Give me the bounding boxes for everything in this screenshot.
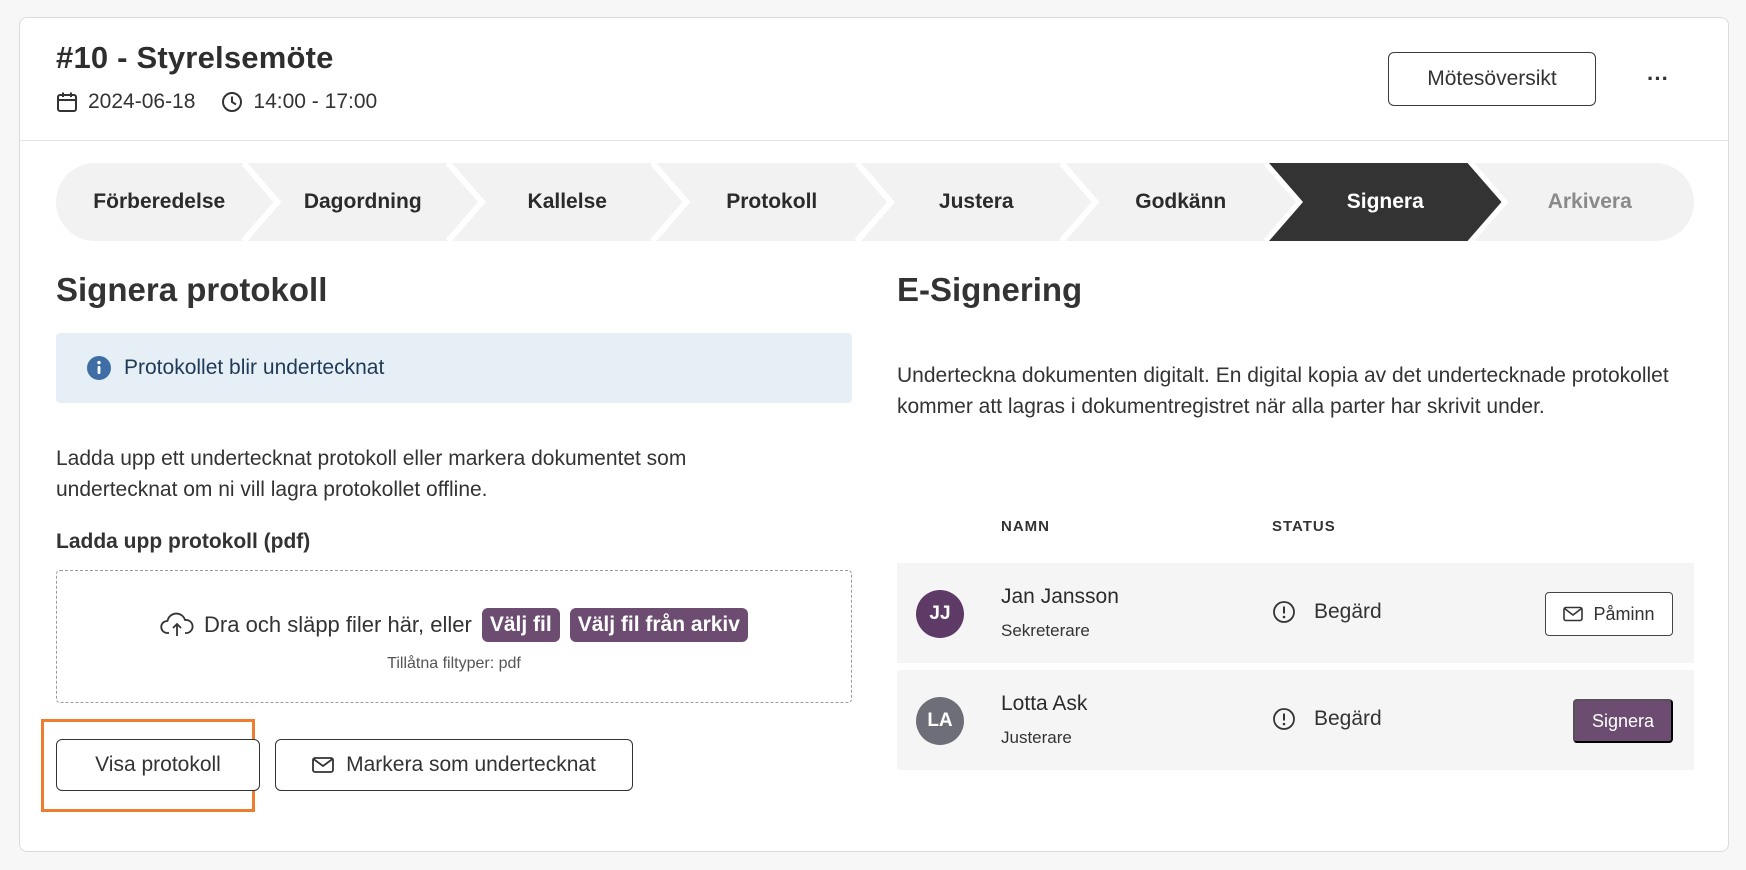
signer-status-text: Begärd [1314, 707, 1382, 730]
sign-button[interactable]: Signera [1573, 699, 1673, 743]
sign-description: Ladda upp ett undertecknat protokoll ell… [56, 447, 687, 501]
envelope-icon [1563, 606, 1584, 622]
dropzone-line: Dra och släpp filer här, eller Välj fil … [57, 608, 851, 642]
remind-button[interactable]: Påminn [1545, 592, 1673, 636]
signer-row: JJ Jan Jansson Sekreterare Begärd Påminn [897, 563, 1694, 663]
sign-protocol-title: Signera protokoll [56, 271, 328, 308]
info-icon [86, 355, 112, 381]
step-godkänn[interactable]: Godkänn [1085, 163, 1278, 241]
esign-description: Underteckna dokumenten digitalt. En digi… [897, 364, 1669, 418]
meeting-title: #10 - Styrelsemöte [56, 40, 334, 75]
dropzone-text: Dra och släpp filer här, eller [204, 612, 472, 637]
remind-label: Påminn [1593, 603, 1655, 624]
view-protocol-label: Visa protokoll [95, 753, 221, 776]
meeting-card: #10 - Styrelsemöte 2024-06-18 14:00 - 17… [19, 17, 1729, 852]
workflow-stepper: Förberedelse Dagordning Kallelse Protokoll J… [56, 163, 1694, 241]
esign-title: E-Signering [897, 271, 1083, 308]
envelope-icon [312, 756, 335, 774]
mark-as-signed-label: Markera som undertecknat [346, 753, 596, 776]
upload-label: Ladda upp protokoll (pdf) [56, 530, 311, 553]
allowed-filetypes: Tillåtna filtyper: pdf [387, 655, 521, 672]
step-förberedelse[interactable]: Förberedelse [64, 163, 255, 241]
column-header-status: STATUS [1272, 518, 1336, 535]
meeting-overview-button[interactable]: Mötesöversikt [1388, 52, 1596, 106]
calendar-icon [56, 91, 78, 113]
clock-icon [221, 91, 243, 113]
meeting-meta: 2024-06-18 14:00 - 17:00 [56, 90, 377, 114]
cloud-upload-icon [160, 611, 194, 639]
meeting-header: #10 - Styrelsemöte 2024-06-18 14:00 - 17… [20, 18, 1728, 141]
step-signera[interactable]: Signera [1289, 163, 1482, 241]
signer-name: Jan Jansson [1001, 585, 1119, 608]
signer-status-text: Begärd [1314, 600, 1382, 623]
avatar: JJ [916, 590, 964, 638]
column-header-name: NAMN [1001, 518, 1050, 535]
view-protocol-button[interactable]: Visa protokoll [56, 739, 260, 791]
signer-row: LA Lotta Ask Justerare Begärd Signera [897, 670, 1694, 770]
mark-as-signed-button[interactable]: Markera som undertecknat [275, 739, 633, 791]
choose-from-archive-button[interactable]: Välj fil från arkiv [569, 608, 748, 642]
more-options-icon[interactable]: ··· [1638, 62, 1678, 96]
signer-status: Begärd [1272, 600, 1382, 624]
meeting-time: 14:00 - 17:00 [253, 90, 378, 113]
step-kallelse[interactable]: Kallelse [471, 163, 664, 241]
choose-file-button[interactable]: Välj fil [481, 608, 560, 642]
avatar: LA [916, 697, 964, 745]
step-protokoll[interactable]: Protokoll [676, 163, 869, 241]
step-justera[interactable]: Justera [880, 163, 1073, 241]
info-text: Protokollet blir undertecknat [124, 356, 385, 379]
signer-role: Sekreterare [1001, 621, 1090, 640]
meeting-date: 2024-06-18 [88, 90, 196, 113]
step-arkivera[interactable]: Arkivera [1494, 163, 1687, 241]
signer-role: Justerare [1001, 728, 1072, 747]
info-alert: Protokollet blir undertecknat [56, 333, 852, 403]
signer-name: Lotta Ask [1001, 692, 1088, 715]
alert-circle-icon [1272, 600, 1296, 624]
signer-status: Begärd [1272, 707, 1382, 731]
file-dropzone[interactable]: Dra och släpp filer här, eller Välj fil … [56, 570, 852, 703]
alert-circle-icon [1272, 707, 1296, 731]
step-dagordning[interactable]: Dagordning [267, 163, 460, 241]
